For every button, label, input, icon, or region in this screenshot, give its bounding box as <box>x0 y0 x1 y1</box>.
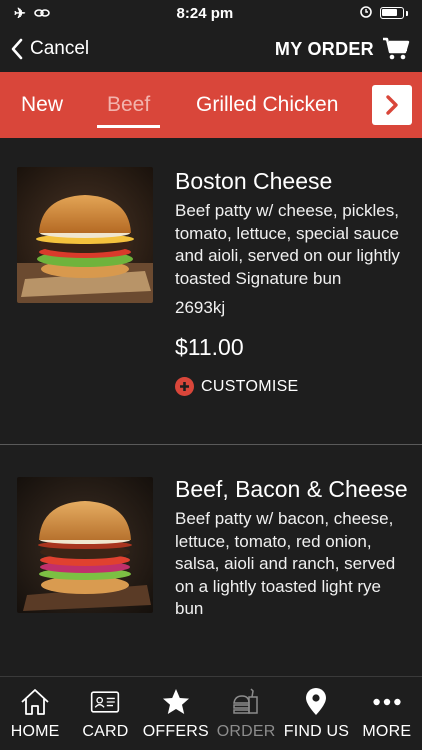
menu-item-details: Boston Cheese Beef patty w/ cheese, pick… <box>175 167 410 396</box>
home-icon <box>21 689 49 715</box>
category-tabs: New Beef Grilled Chicken <box>0 72 422 138</box>
bottom-tab-bar: HOME CARD OFFERS ORDER FIND US MORE <box>0 676 422 750</box>
star-icon <box>162 689 189 714</box>
card-icon <box>91 691 120 713</box>
nav-offers[interactable]: OFFERS <box>141 677 211 750</box>
customise-label: CUSTOMISE <box>201 377 299 395</box>
cancel-label: Cancel <box>30 38 90 59</box>
battery-icon <box>380 7 404 19</box>
my-order-button[interactable]: MY ORDER <box>275 37 410 61</box>
nav-card[interactable]: CARD <box>70 677 140 750</box>
my-order-label: MY ORDER <box>274 38 374 59</box>
tab-grilled-chicken[interactable]: Grilled Chicken <box>186 72 348 138</box>
burger-image <box>17 167 153 303</box>
nav-home[interactable]: HOME <box>0 677 70 750</box>
nav-find-us[interactable]: FIND US <box>281 677 351 750</box>
tabs-next-button[interactable] <box>372 85 412 125</box>
location-pin-icon <box>306 688 327 715</box>
menu-item[interactable]: Boston Cheese Beef patty w/ cheese, pick… <box>0 138 422 444</box>
airplane-icon: ✈ <box>14 4 26 21</box>
menu-item-price: $11.00 <box>175 334 244 360</box>
nav-offers-label: OFFERS <box>142 723 209 740</box>
status-right <box>360 4 408 22</box>
tab-beef[interactable]: Beef <box>97 72 161 138</box>
menu-item-energy: 2693kj <box>175 298 226 317</box>
link-icon <box>33 5 50 21</box>
more-dots-icon <box>373 698 401 706</box>
nav-home-label: HOME <box>10 723 60 740</box>
top-nav-bar: Cancel MY ORDER <box>0 26 422 72</box>
menu-item-name: Beef, Bacon & Cheese <box>175 476 408 502</box>
nav-more-label: MORE <box>362 723 412 740</box>
status-left: ✈ <box>14 5 50 22</box>
nav-card-label: CARD <box>82 723 129 740</box>
battery-tip <box>406 10 408 16</box>
cart-icon <box>383 37 410 60</box>
alarm-icon <box>360 4 372 22</box>
menu-item-description: Beef patty w/ bacon, cheese, lettuce, to… <box>175 509 396 618</box>
menu-list: Boston Cheese Beef patty w/ cheese, pick… <box>0 138 422 676</box>
order-icon <box>233 688 258 714</box>
menu-item[interactable]: Beef, Bacon & Cheese Beef patty w/ bacon… <box>0 445 422 676</box>
nav-more[interactable]: MORE <box>352 677 422 750</box>
nav-order[interactable]: ORDER <box>211 677 281 750</box>
burger-image <box>17 477 153 613</box>
chevron-left-icon <box>11 38 23 60</box>
cancel-button[interactable]: Cancel <box>10 38 89 60</box>
customise-button[interactable]: CUSTOMISE <box>175 377 410 396</box>
plus-circle-icon <box>175 377 194 396</box>
status-bar: ✈ 8:24 pm <box>0 0 422 26</box>
menu-item-description: Beef patty w/ cheese, pickles, tomato, l… <box>175 201 400 288</box>
tab-new[interactable]: New <box>11 72 73 138</box>
chevron-right-icon <box>386 95 398 115</box>
status-time: 8:24 pm <box>176 4 234 22</box>
nav-order-label: ORDER <box>216 723 276 740</box>
nav-find-us-label: FIND US <box>283 723 350 740</box>
menu-item-details: Beef, Bacon & Cheese Beef patty w/ bacon… <box>175 475 410 621</box>
menu-item-name: Boston Cheese <box>175 168 333 194</box>
